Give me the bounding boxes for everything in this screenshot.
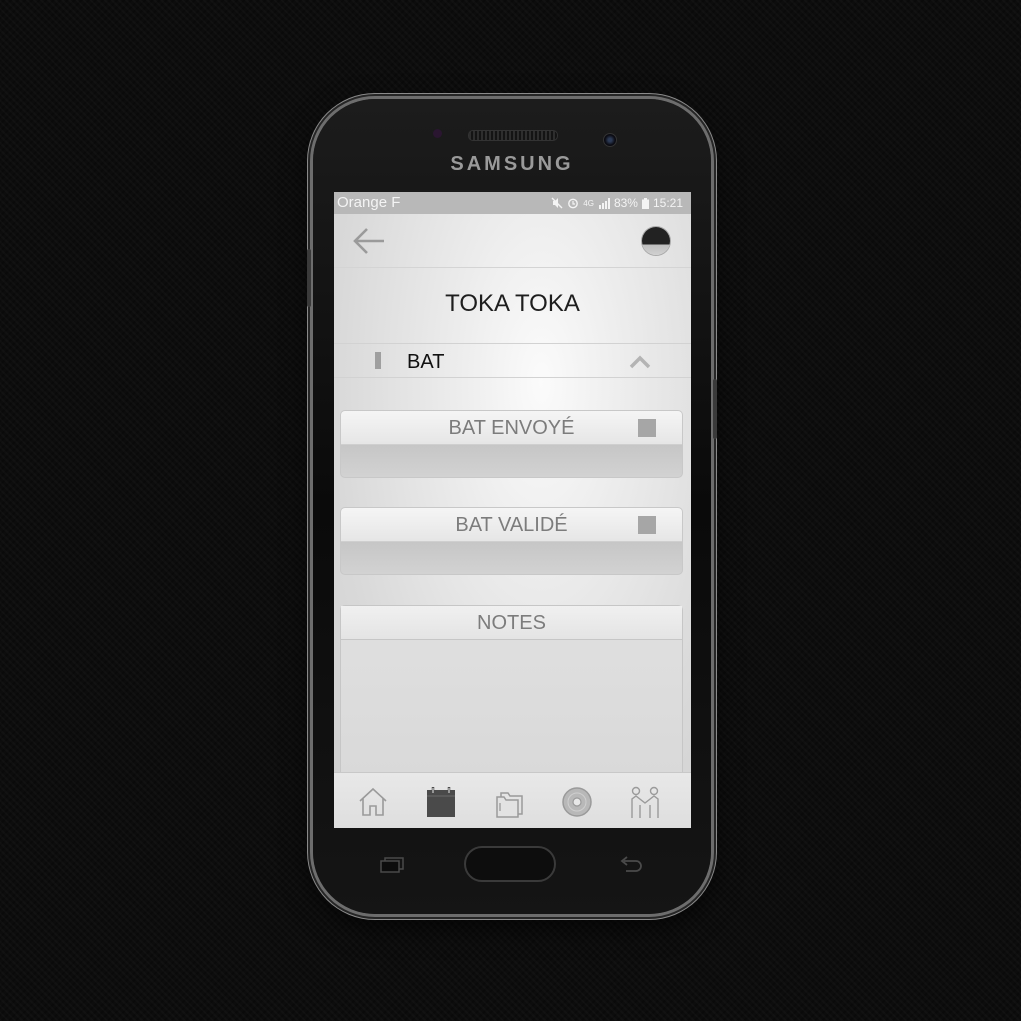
earpiece-speaker bbox=[468, 130, 558, 141]
power-button bbox=[713, 379, 717, 439]
avatar[interactable] bbox=[642, 227, 670, 255]
bat-sent-label: BAT ENVOYÉ bbox=[448, 417, 575, 439]
section-marker bbox=[375, 352, 381, 369]
signal-icon bbox=[598, 197, 610, 209]
home-icon[interactable] bbox=[356, 785, 390, 819]
battery-percent: 83% bbox=[613, 196, 638, 210]
back-arrow-icon[interactable] bbox=[352, 226, 386, 256]
card-body bbox=[341, 445, 682, 477]
phone-frame: SAMSUNG Orange F 4G 83% 15:21 TOKA TOKA … bbox=[307, 99, 717, 914]
card-body bbox=[341, 542, 682, 574]
network-type: 4G bbox=[583, 198, 594, 208]
notes-label: NOTES bbox=[477, 612, 546, 634]
card-header: BAT VALIDÉ bbox=[341, 508, 682, 542]
section-label: BAT bbox=[407, 351, 445, 373]
bat-sent-card: BAT ENVOYÉ bbox=[340, 410, 683, 478]
device-brand: SAMSUNG bbox=[450, 153, 574, 175]
clock: 15:21 bbox=[652, 196, 683, 210]
bottom-tab-bar bbox=[334, 772, 691, 828]
front-camera bbox=[603, 133, 617, 147]
bat-sent-checkbox[interactable] bbox=[638, 419, 656, 437]
bat-validated-checkbox[interactable] bbox=[638, 516, 656, 534]
bat-validated-label: BAT VALIDÉ bbox=[455, 514, 568, 536]
alarm-icon bbox=[568, 198, 579, 209]
bat-validated-card: BAT VALIDÉ bbox=[340, 507, 683, 575]
status-icons: 4G 83% 15:21 bbox=[551, 196, 683, 210]
carrier-name: Orange F bbox=[337, 194, 401, 211]
section-header-bat[interactable]: BAT bbox=[334, 343, 691, 378]
handshake-icon[interactable] bbox=[628, 785, 662, 819]
back-key-icon[interactable] bbox=[618, 856, 644, 874]
notes-header: NOTES bbox=[341, 606, 682, 640]
status-bar: Orange F 4G 83% 15:21 bbox=[334, 192, 691, 214]
page-title: TOKA TOKA bbox=[445, 290, 580, 317]
mute-icon bbox=[551, 197, 563, 209]
disc-icon[interactable] bbox=[560, 785, 594, 819]
battery-icon bbox=[641, 197, 649, 209]
app-toolbar bbox=[334, 214, 691, 268]
proximity-sensor bbox=[433, 129, 442, 138]
app-screen: Orange F 4G 83% 15:21 TOKA TOKA BAT BAT … bbox=[334, 192, 691, 828]
home-hardware-button[interactable] bbox=[464, 846, 556, 882]
recent-apps-icon[interactable] bbox=[379, 857, 405, 873]
chevron-up-icon[interactable] bbox=[629, 353, 651, 369]
volume-button bbox=[307, 249, 311, 307]
folders-icon[interactable] bbox=[492, 785, 526, 819]
card-header: BAT ENVOYÉ bbox=[341, 411, 682, 445]
calendar-icon[interactable] bbox=[424, 785, 458, 819]
